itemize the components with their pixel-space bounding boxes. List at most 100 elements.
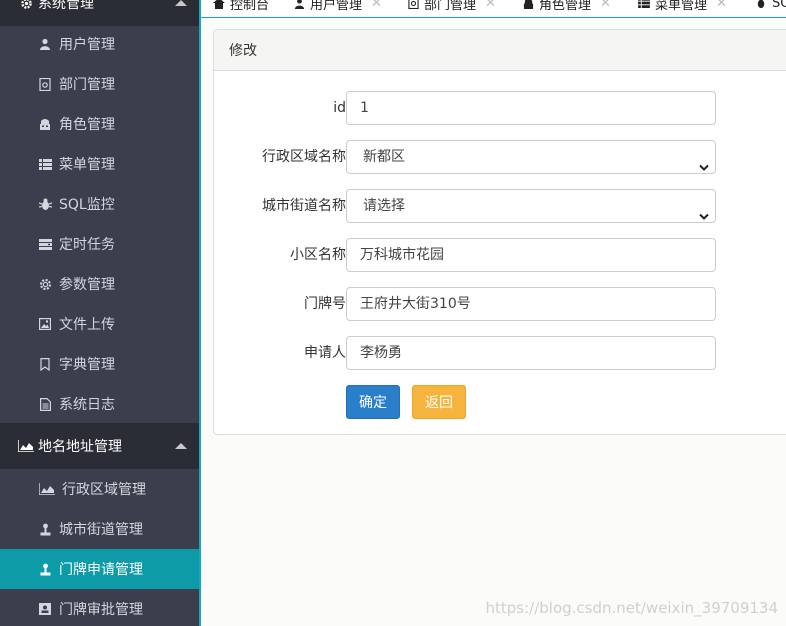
sidebar-item-dict[interactable]: 字典管理 [0,344,199,384]
form-row-applicant: 申请人 李杨勇 [214,336,786,370]
bookmark-icon [38,357,52,371]
doorplate-input[interactable]: 王府井大街310号 [346,287,716,321]
form-row-doorplate: 门牌号 王府井大街310号 [214,287,786,321]
close-icon[interactable]: ✕ [371,0,382,11]
area-chart-icon [38,482,55,496]
sidebar-item-label: 角色管理 [59,117,115,133]
sidebar-item-label: 系统日志 [59,397,115,413]
close-icon[interactable]: ✕ [600,0,611,11]
chevron-up-icon [175,0,187,6]
sidebar-item-department[interactable]: 部门管理 [0,64,199,104]
chevron-down-icon [699,201,709,233]
street-select[interactable]: 请选择 [346,189,716,223]
field-label: 申请人 [304,345,346,361]
sidebar-item-role[interactable]: 角色管理 [0,104,199,144]
tab-label: 角色管理 [539,0,592,13]
form-row-community: 小区名称 万科城市花园 [214,238,786,272]
sidebar-group-system[interactable]: 系统管理 [0,0,199,26]
bug-icon [755,0,767,9]
confirm-button[interactable]: 确定 [346,385,400,419]
sidebar-item-upload[interactable]: 文件上传 [0,304,199,344]
role-icon [522,0,534,9]
gear-icon [18,0,34,10]
sidebar: 系统管理 用户管理 部门管理 角色管理 菜单管理 SQL监控 定时任务 参数管理… [0,0,201,626]
image-icon [38,317,52,331]
panel-title: 修改 [214,30,786,71]
sidebar-item-label: 参数管理 [59,277,115,293]
form-row-id: id 1 [214,91,786,125]
home-icon [213,0,225,9]
sidebar-item-label: 部门管理 [59,77,115,93]
task-icon [38,237,52,251]
sidebar-item-sql[interactable]: SQL监控 [0,184,199,224]
community-name-input[interactable]: 万科城市花园 [346,238,716,272]
field-label: 小区名称 [290,247,346,263]
chevron-up-icon [175,443,187,449]
sidebar-item-label: 行政区域管理 [62,482,146,498]
tab-user[interactable]: 用户管理 ✕ [293,0,382,13]
tab-menu[interactable]: 菜单管理 ✕ [638,0,727,13]
department-icon [38,77,52,91]
sidebar-item-label: 定时任务 [59,237,115,253]
form-row-admin-area: 行政区域名称 新都区 [214,140,786,174]
watermark: https://blog.csdn.net/weixin_39709134 [485,599,778,617]
edit-panel: 修改 id 1 行政区域名称 新都区 城市街道名称 请选择 小区名称 万科城市花… [213,29,786,435]
user-icon [38,37,52,51]
sidebar-group-label: 系统管理 [38,0,94,12]
admin-area-select[interactable]: 新都区 [346,140,716,174]
sidebar-item-doorplate-approve[interactable]: 门牌审批管理 [0,589,199,626]
sidebar-item-task[interactable]: 定时任务 [0,224,199,264]
tab-console[interactable]: 控制台 [213,0,270,13]
field-label: 城市街道名称 [262,198,346,214]
sidebar-item-label: 门牌申请管理 [59,562,143,578]
user-icon [293,0,305,9]
sidebar-item-label: 字典管理 [59,357,115,373]
form-row-street: 城市街道名称 请选择 [214,189,786,223]
tab-bar: 控制台 用户管理 ✕ 部门管理 ✕ 角色管理 ✕ 菜单管理 ✕ SQ [201,0,786,18]
settings-icon [38,277,52,291]
bug-icon [38,197,52,211]
close-icon[interactable]: ✕ [485,0,496,11]
chevron-down-icon [699,152,709,184]
sidebar-group-label: 地名地址管理 [38,439,122,455]
applicant-input[interactable]: 李杨勇 [346,336,716,370]
sidebar-item-label: 文件上传 [59,317,115,333]
field-label: id [333,100,346,116]
area-chart-icon [18,440,34,452]
approval-icon [38,602,52,616]
menu-list-icon [638,0,650,9]
doorplate-icon [38,562,52,576]
tab-sql[interactable]: SQ [755,0,786,12]
tab-label: 菜单管理 [655,0,708,13]
sidebar-item-label: 城市街道管理 [59,522,143,538]
tab-label: SQ [772,0,786,11]
sidebar-item-label: 门牌审批管理 [59,602,143,618]
sidebar-item-log[interactable]: 系统日志 [0,384,199,424]
field-label: 行政区域名称 [262,149,346,165]
sidebar-item-menu[interactable]: 菜单管理 [0,144,199,184]
close-icon[interactable]: ✕ [716,0,727,11]
field-label: 门牌号 [304,296,346,312]
sidebar-item-admin-area[interactable]: 行政区域管理 [0,469,199,509]
select-value: 新都区 [363,149,405,165]
sidebar-item-street[interactable]: 城市街道管理 [0,509,199,549]
sidebar-item-label: SQL监控 [59,197,115,213]
tab-label: 部门管理 [424,0,477,13]
document-icon [38,397,52,411]
id-input[interactable]: 1 [346,91,716,125]
menu-list-icon [38,157,52,171]
tab-department[interactable]: 部门管理 ✕ [407,0,496,13]
sidebar-item-user[interactable]: 用户管理 [0,24,199,64]
sidebar-item-label: 菜单管理 [59,157,115,173]
select-value: 请选择 [363,198,405,214]
sidebar-item-label: 用户管理 [59,37,115,53]
back-button[interactable]: 返回 [412,385,466,419]
role-icon [38,117,52,131]
tab-label: 控制台 [230,0,270,13]
sidebar-item-params[interactable]: 参数管理 [0,264,199,304]
sidebar-group-address[interactable]: 地名地址管理 [0,423,199,469]
tab-label: 用户管理 [310,0,363,13]
tab-role[interactable]: 角色管理 ✕ [522,0,611,13]
department-icon [407,0,419,9]
sidebar-item-doorplate-apply[interactable]: 门牌申请管理 [0,549,199,589]
